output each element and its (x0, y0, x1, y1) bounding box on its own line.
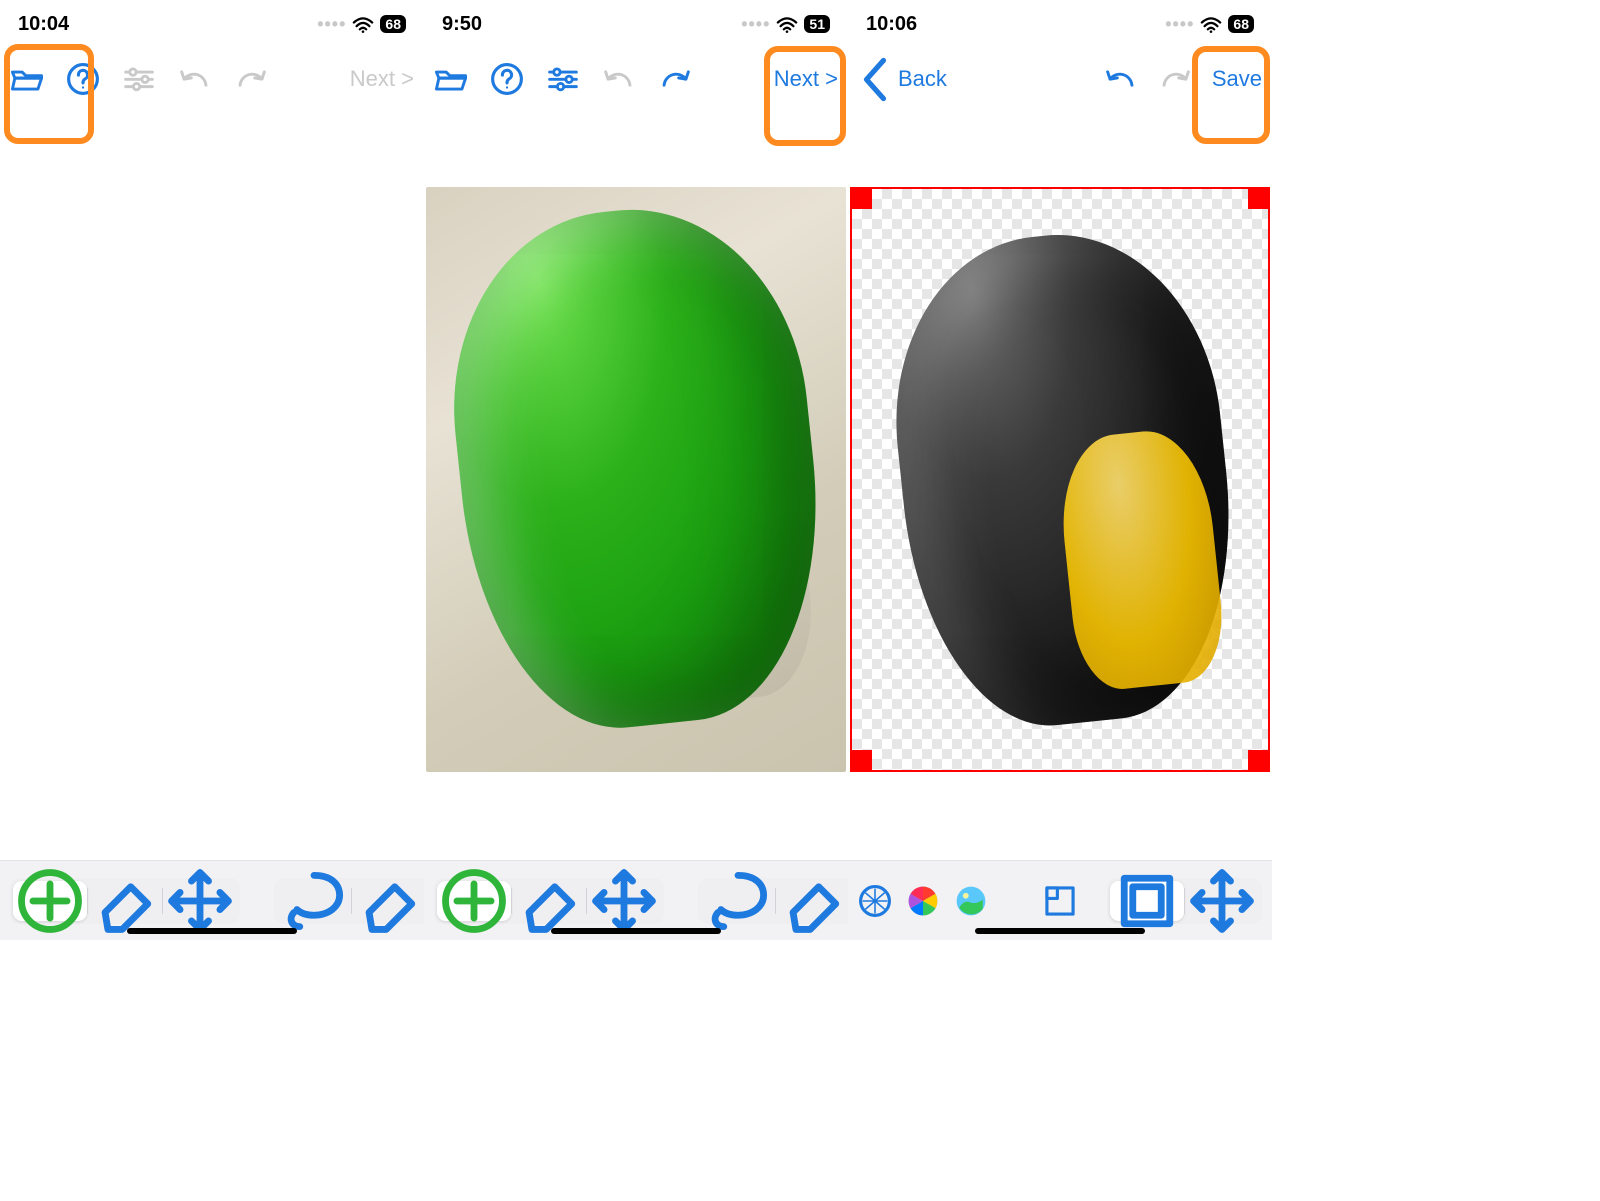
source-photo[interactable] (426, 187, 846, 772)
move-tool[interactable] (587, 881, 661, 921)
image-bg-button[interactable] (954, 884, 988, 918)
tool-segment-right (698, 878, 848, 924)
status-time: 10:06 (866, 13, 917, 36)
top-toolbar: Next > (424, 48, 848, 110)
color-wheel-button[interactable] (906, 884, 940, 918)
undo-button[interactable] (602, 62, 636, 96)
back-chevron-icon[interactable] (858, 62, 892, 96)
crop-tool[interactable] (1110, 881, 1184, 921)
photo-subject-overlay (586, 376, 820, 711)
back-button[interactable]: Back (898, 66, 947, 92)
transparent-canvas[interactable] (850, 187, 1270, 772)
open-folder-button[interactable] (434, 62, 468, 96)
help-button[interactable] (66, 62, 100, 96)
battery-indicator: 51 (804, 15, 830, 33)
lasso-tool[interactable] (277, 881, 351, 921)
home-indicator (127, 928, 297, 934)
add-tool[interactable] (13, 881, 87, 921)
status-bar: 10:06 •••• 68 (848, 0, 1272, 48)
bottom-toolbar (848, 860, 1272, 940)
tool-segment-left (434, 878, 664, 924)
eraser-tool[interactable] (88, 881, 162, 921)
status-time: 9:50 (442, 13, 482, 36)
settings-sliders-button[interactable] (546, 62, 580, 96)
home-indicator (975, 928, 1145, 934)
status-time: 10:04 (18, 13, 69, 36)
redo-button[interactable] (1158, 62, 1192, 96)
cellular-dots-icon: •••• (1165, 14, 1194, 35)
tool-segment-left (10, 878, 240, 924)
lasso-tool[interactable] (701, 881, 775, 921)
next-button[interactable]: Next > (350, 66, 414, 92)
cellular-dots-icon: •••• (317, 14, 346, 35)
canvas-blank[interactable] (0, 187, 424, 777)
tool-segment-right (274, 878, 424, 924)
transparency-bg-button[interactable] (858, 884, 892, 918)
top-toolbar: Next > (0, 48, 424, 110)
redo-button[interactable] (658, 62, 692, 96)
home-indicator (551, 928, 721, 934)
move-tool[interactable] (163, 881, 237, 921)
canvas-photo[interactable] (424, 187, 848, 777)
crop-handle-tr[interactable] (1248, 189, 1268, 209)
top-toolbar: Back Save (848, 48, 1272, 110)
undo-button[interactable] (1104, 62, 1138, 96)
crop-handle-br[interactable] (1248, 750, 1268, 770)
canvas-size-button[interactable] (1043, 884, 1077, 918)
status-bar: 9:50 •••• 51 (424, 0, 848, 48)
help-button[interactable] (490, 62, 524, 96)
battery-indicator: 68 (380, 15, 406, 33)
crop-handle-tl[interactable] (852, 189, 872, 209)
tool-segment-right (1107, 878, 1262, 924)
eraser-tool[interactable] (512, 881, 586, 921)
save-button[interactable]: Save (1212, 66, 1262, 92)
bottom-toolbar (424, 860, 848, 940)
bottom-toolbar (0, 860, 424, 940)
add-tool[interactable] (437, 881, 511, 921)
screen-3: 10:06 •••• 68 Back (848, 0, 1272, 940)
eraser2-tool[interactable] (776, 881, 848, 921)
eraser2-tool[interactable] (352, 881, 424, 921)
next-button[interactable]: Next > (774, 66, 838, 92)
undo-button[interactable] (178, 62, 212, 96)
cutout-subject[interactable] (877, 220, 1251, 739)
open-folder-button[interactable] (10, 62, 44, 96)
battery-indicator: 68 (1228, 15, 1254, 33)
screen-1: 10:04 •••• 68 (0, 0, 424, 940)
settings-sliders-button[interactable] (122, 62, 156, 96)
crop-handle-bl[interactable] (852, 750, 872, 770)
redo-button[interactable] (234, 62, 268, 96)
wifi-icon (1200, 16, 1222, 32)
cellular-dots-icon: •••• (741, 14, 770, 35)
canvas-result[interactable] (848, 187, 1272, 777)
status-bar: 10:04 •••• 68 (0, 0, 424, 48)
wifi-icon (776, 16, 798, 32)
wifi-icon (352, 16, 374, 32)
move-tool[interactable] (1185, 881, 1259, 921)
screen-2: 9:50 •••• 51 (424, 0, 848, 940)
